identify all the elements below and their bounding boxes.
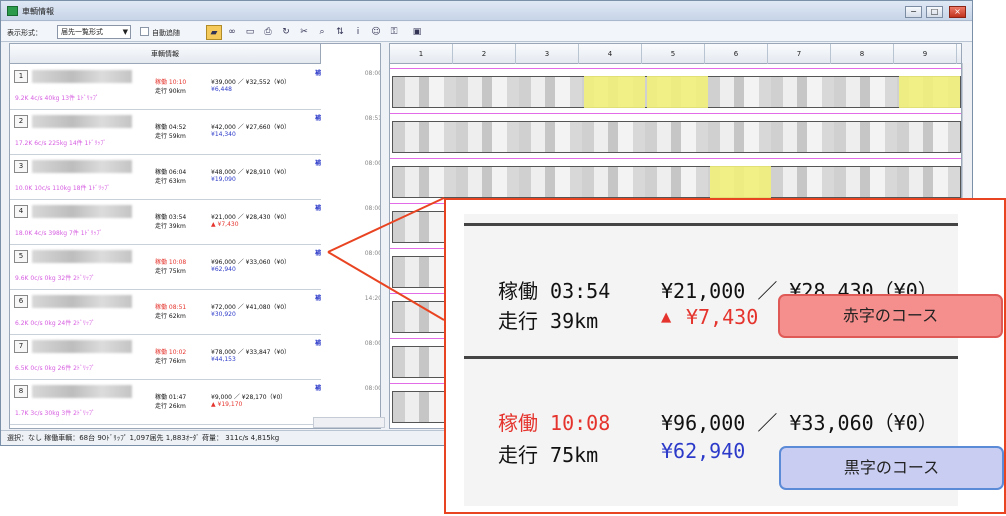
red-course-work: 稼働 03:54 bbox=[498, 279, 611, 303]
black-course-amount: ¥96,000 ／ ¥33,060（¥0） bbox=[661, 411, 938, 435]
deficit-triangle-icon: ▲ bbox=[661, 307, 672, 327]
zoom-divider bbox=[464, 356, 958, 359]
red-course-diff: ¥7,430 bbox=[686, 305, 759, 329]
black-course-diff: ¥62,940 bbox=[661, 439, 746, 463]
zoom-divider bbox=[464, 223, 958, 226]
red-course-run: 走行 39km bbox=[498, 309, 599, 333]
red-course-label: 赤字のコース bbox=[778, 294, 1003, 338]
black-course-work: 稼働 10:08 bbox=[498, 411, 611, 435]
black-course-run: 走行 75km bbox=[498, 443, 599, 467]
black-course-label: 黒字のコース bbox=[779, 446, 1004, 490]
